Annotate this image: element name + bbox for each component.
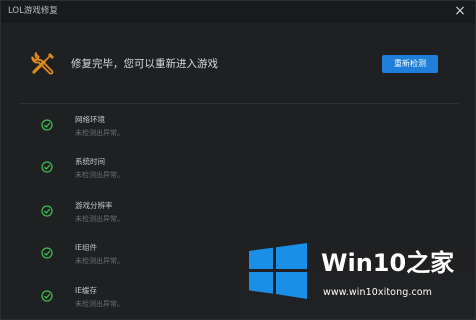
check-item-result: 未检测出异常。 (75, 171, 124, 179)
watermark-title: Win10之家 (321, 249, 454, 277)
divider (19, 103, 459, 104)
watermark-title-main: Win10 (321, 249, 407, 277)
recheck-button[interactable]: 重新检测 (382, 55, 438, 73)
repair-window: LOL游戏修复 × 修复完毕，您可以重新进入游戏 重新检测 网络环境 未检测出异… (0, 0, 476, 320)
check-item-result: 未检测出异常。 (75, 129, 124, 137)
check-item-name: 网络环境 (75, 115, 105, 124)
check-item-name: 游戏分辨率 (75, 201, 113, 210)
check-item-name: IE组件 (75, 243, 97, 252)
check-item-name: 系统时间 (75, 157, 105, 166)
check-circle-icon (41, 161, 53, 173)
check-circle-icon (41, 247, 53, 259)
close-button[interactable]: × (454, 4, 466, 18)
windows-logo-icon (249, 243, 307, 299)
check-item-network: 网络环境 未检测出异常。 (1, 113, 475, 143)
check-item-system-time: 系统时间 未检测出异常。 (1, 155, 475, 185)
watermark: Win10之家 www.win10xitong.com (241, 235, 475, 319)
title-bar: LOL游戏修复 × (1, 1, 475, 23)
check-circle-icon (41, 205, 53, 217)
repair-status-text: 修复完毕，您可以重新进入游戏 (71, 58, 218, 70)
check-item-result: 未检测出异常。 (75, 257, 124, 265)
watermark-url: www.win10xitong.com (323, 287, 433, 298)
check-item-result: 未检测出异常。 (75, 300, 124, 308)
check-item-resolution: 游戏分辨率 未检测出异常。 (1, 199, 475, 229)
watermark-title-suffix: 之家 (406, 249, 455, 277)
result-header: 修复完毕，您可以重新进入游戏 重新检测 (1, 23, 475, 103)
check-item-result: 未检测出异常。 (75, 215, 124, 223)
wrench-screwdriver-icon (31, 52, 54, 75)
check-circle-icon (41, 290, 53, 302)
window-title: LOL游戏修复 (8, 6, 58, 16)
check-item-name: IE缓存 (75, 286, 97, 295)
check-circle-icon (41, 119, 53, 131)
